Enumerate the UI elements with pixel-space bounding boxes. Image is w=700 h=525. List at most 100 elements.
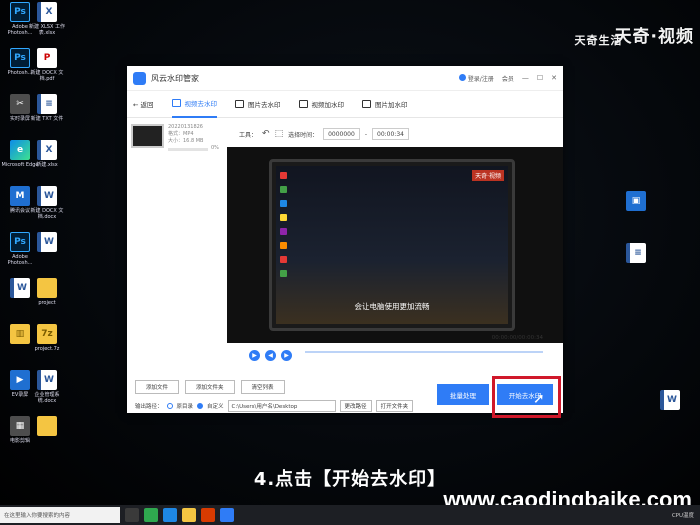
back-button[interactable]: ← 返回	[133, 99, 154, 109]
batch-process-button[interactable]: 批量处理	[437, 384, 489, 405]
end-time-input[interactable]: 00:00:34	[372, 128, 409, 140]
tab-image-add[interactable]: 图片加水印	[362, 91, 408, 118]
image-icon	[235, 100, 245, 108]
desktop-icon-label: project.7z	[34, 346, 60, 352]
output-row: 输出路径： 原目录 自定义 C:\Users\用户名\Desktop 更改路径 …	[135, 400, 414, 412]
open-folder-button[interactable]: 打开文件夹	[375, 400, 414, 412]
desktop-icon[interactable]: W 新建 DOCX 文档.docx	[27, 186, 67, 220]
desktop-icon-label: Adobe Photosh...	[7, 254, 33, 266]
task-view-icon[interactable]	[125, 508, 139, 522]
video-preview[interactable]: 天奇·视频 会让电脑使用更加流畅	[227, 147, 563, 343]
play-icon[interactable]: ▶	[249, 350, 260, 361]
change-path-button[interactable]: 更改路径	[339, 400, 372, 412]
doc-icon: W	[37, 232, 57, 252]
edit-toolbar: 工具： ↶ ⬚ 选择时间： 0000000 - 00:00:34	[239, 127, 409, 141]
screen-icon	[280, 270, 287, 277]
undo-icon[interactable]: ↶	[262, 129, 270, 139]
maximize-button[interactable]: ☐	[537, 74, 543, 82]
screen-icon	[280, 214, 287, 221]
time-readout: 00:00:00/00:00:34	[491, 335, 543, 341]
radio-original-label: 原目录	[176, 404, 194, 410]
desktop-icon-label: 新建 XLSX 工作表.xlsx	[29, 24, 65, 36]
title-bar: 风云水印管家 登录/注册 会员 — ☐ ✕	[127, 66, 563, 91]
taskbar-search[interactable]: 在这里输入你要搜索的内容	[0, 507, 120, 523]
desktop-icon-right-2[interactable]: ≡	[616, 243, 656, 265]
folder-icon	[37, 278, 57, 298]
image-icon	[362, 100, 372, 108]
desktop-icon-label: 新建.xlsx	[36, 162, 58, 168]
highlight-box	[492, 376, 561, 418]
minimize-button[interactable]: —	[522, 74, 529, 82]
radio-custom[interactable]	[197, 403, 204, 409]
desktop-icon-label: project	[38, 300, 56, 306]
desktop-icon-right-1[interactable]: ▣	[616, 191, 656, 213]
member-button[interactable]: 会员	[502, 74, 514, 83]
pdf-icon: P	[37, 48, 57, 68]
radio-original[interactable]	[166, 403, 173, 409]
video-icon	[171, 99, 181, 107]
screen-icon	[280, 242, 287, 249]
timeline-slider[interactable]	[305, 351, 543, 353]
output-path-field[interactable]: C:\Users\用户名\Desktop	[227, 400, 336, 412]
doc-icon: W	[37, 370, 57, 390]
rewind-icon[interactable]: ◀	[265, 350, 276, 361]
desktop-icon[interactable]: W 企业管理系统.docx	[27, 370, 67, 404]
monitor-frame: 天奇·视频 会让电脑使用更加流畅	[269, 159, 515, 331]
desktop-icon-label: 新建 DOCX 文档.pdf	[30, 70, 64, 82]
desktop-icon[interactable]: project	[27, 278, 67, 306]
close-button[interactable]: ✕	[551, 74, 557, 82]
file-size: 大小：16.8 MB	[168, 138, 204, 144]
doc-icon	[37, 416, 57, 436]
office-icon[interactable]	[201, 508, 215, 522]
file-name: 20220131826	[168, 124, 203, 130]
desktop-icon[interactable]: 7z project.7z	[27, 324, 67, 352]
doc-icon: W	[37, 186, 57, 206]
tab-video-remove[interactable]: 视频去水印	[171, 91, 218, 118]
file-icon: ≡	[626, 243, 646, 263]
desktop-icon[interactable]: W	[27, 232, 67, 254]
add-file-button[interactable]: 添加文件	[135, 380, 180, 394]
xlsx-icon: X	[37, 2, 57, 22]
app-title: 风云水印管家	[151, 73, 199, 83]
desktop-icon-label: 新建 DOCX 文档.docx	[30, 208, 64, 220]
desktop-icon-right-3[interactable]: W	[650, 390, 690, 412]
desktop-icon-label: 企业管理系统.docx	[34, 392, 60, 404]
file-actions: 添加文件 添加文件夹 清空列表	[135, 380, 285, 394]
video-frame: 天奇·视频 会让电脑使用更加流畅	[276, 166, 508, 324]
select-box-icon[interactable]: ⬚	[275, 129, 284, 139]
video-icon	[298, 100, 308, 108]
txt-icon: ≡	[37, 94, 57, 114]
folder-icon[interactable]	[182, 508, 196, 522]
list-item[interactable]: 20220131826 格式：MP4 大小：16.8 MB 0%	[131, 124, 224, 152]
radio-custom-label: 自定义	[207, 404, 224, 410]
desktop-icon[interactable]	[27, 416, 67, 438]
doc-icon: W	[660, 390, 680, 410]
desktop-icon-label: 新建 TXT 文件	[30, 116, 64, 122]
progress-percent: 0%	[211, 145, 219, 151]
screen-icon	[280, 256, 287, 263]
range-separator: -	[364, 130, 367, 138]
output-label: 输出路径：	[135, 404, 163, 410]
desktop-icon[interactable]: ≡ 新建 TXT 文件	[27, 94, 67, 122]
archive-icon: 7z	[37, 324, 57, 344]
player-controls: ▶ ◀ ▶ 00:00:00/00:00:34	[227, 335, 563, 369]
start-time-input[interactable]: 0000000	[323, 128, 360, 140]
cursor-icon: ➚	[533, 391, 545, 407]
clear-list-button[interactable]: 清空列表	[240, 380, 285, 394]
xlsx-icon: X	[37, 140, 57, 160]
desktop-icon[interactable]: P 新建 DOCX 文档.pdf	[27, 48, 67, 82]
desktop-icon[interactable]: X 新建 XLSX 工作表.xlsx	[27, 2, 67, 36]
screen-icon	[280, 228, 287, 235]
tab-video-add[interactable]: 视频加水印	[298, 91, 344, 118]
add-folder-button[interactable]: 添加文件夹	[185, 380, 235, 394]
browser-icon[interactable]	[163, 508, 177, 522]
login-button[interactable]: 登录/注册	[458, 73, 494, 83]
wechat-icon[interactable]	[144, 508, 158, 522]
tab-image-remove[interactable]: 图片去水印	[235, 91, 281, 118]
video-caption: 会让电脑使用更加流畅	[354, 302, 430, 311]
desktop-icon[interactable]: X 新建.xlsx	[27, 140, 67, 168]
app-icon[interactable]	[220, 508, 234, 522]
forward-icon[interactable]: ▶	[281, 350, 292, 361]
file-format: 格式：MP4	[168, 131, 194, 137]
desktop-icon-label: 电影剪辑	[9, 438, 30, 444]
